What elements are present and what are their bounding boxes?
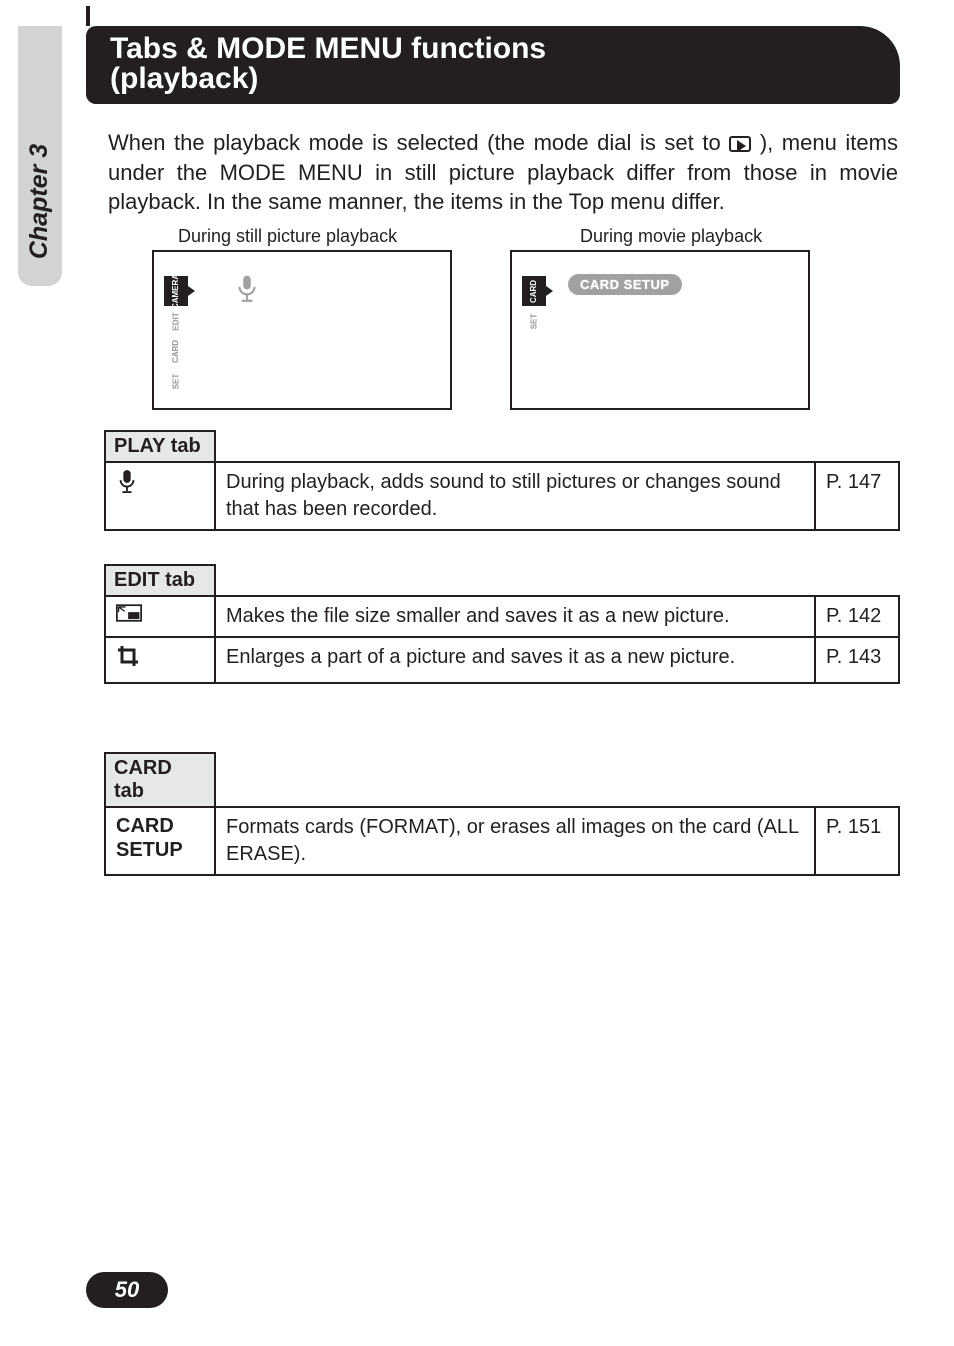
card-tab-header: CARD tab [105, 753, 215, 807]
row-description: Enlarges a part of a picture and saves i… [215, 637, 815, 683]
movie-playback-screen: SET CARD CARD SETUP [510, 250, 810, 410]
playback-mode-icon [729, 136, 751, 152]
title-line-2: (playback) [110, 62, 900, 96]
title-banner: Tabs & MODE MENU functions (playback) [86, 26, 900, 104]
decor-line [86, 6, 90, 26]
table-row: Makes the file size smaller and saves it… [105, 596, 899, 637]
row-description: Makes the file size smaller and saves it… [215, 596, 815, 637]
still-playback-screen: SET CARD EDIT CAMERA [152, 250, 452, 410]
row-page-ref: P. 142 [815, 596, 899, 637]
manual-page: Tabs & MODE MENU functions (playback) Ch… [0, 0, 954, 1346]
row-page-ref: P. 147 [815, 462, 899, 530]
card-tab-table: CARD tab CARD SETUP Formats cards (FORMA… [104, 752, 900, 876]
row-page-ref: P. 151 [815, 807, 899, 875]
caption-movie-playback: During movie playback [580, 226, 762, 247]
card-setup-pill: CARD SETUP [568, 274, 682, 295]
caption-still-playback: During still picture playback [178, 226, 397, 247]
row-description: Formats cards (FORMAT), or erases all im… [215, 807, 815, 875]
edit-tab-table: EDIT tab Makes the file size smaller and… [104, 564, 900, 684]
arrow-icon [188, 286, 195, 296]
crop-icon [105, 637, 215, 683]
table-row: During playback, adds sound to still pic… [105, 462, 899, 530]
microphone-icon [105, 462, 215, 530]
microphone-icon [234, 274, 260, 309]
row-page-ref: P. 143 [815, 637, 899, 683]
chapter-label: Chapter 3 [26, 143, 55, 258]
resize-icon [105, 596, 215, 637]
card-setup-label: CARD SETUP [105, 807, 215, 875]
intro-paragraph: When the playback mode is selected (the … [108, 128, 898, 217]
table-row: Enlarges a part of a picture and saves i… [105, 637, 899, 683]
page-number-badge: 50 [86, 1272, 168, 1308]
tab-camera: CAMERA [164, 276, 188, 306]
tab-set: SET [164, 366, 188, 396]
row-description: During playback, adds sound to still pic… [215, 462, 815, 530]
chapter-tab: Chapter 3 [18, 116, 62, 286]
tab-edit: EDIT [164, 306, 188, 336]
play-tab-table: PLAY tab During playback, adds sound to … [104, 430, 900, 531]
table-row: CARD SETUP Formats cards (FORMAT), or er… [105, 807, 899, 875]
tab-card: CARD [164, 336, 188, 366]
tab-card: CARD [522, 276, 546, 306]
title-line-1: Tabs & MODE MENU functions [110, 32, 900, 66]
tab-set: SET [522, 306, 546, 336]
intro-text-before: When the playback mode is selected (the … [108, 130, 729, 155]
movie-screen-sidebar: SET CARD [522, 276, 546, 336]
play-tab-header: PLAY tab [105, 431, 215, 462]
edit-tab-header: EDIT tab [105, 565, 215, 596]
still-screen-sidebar: SET CARD EDIT CAMERA [164, 276, 188, 396]
arrow-icon [546, 286, 553, 296]
